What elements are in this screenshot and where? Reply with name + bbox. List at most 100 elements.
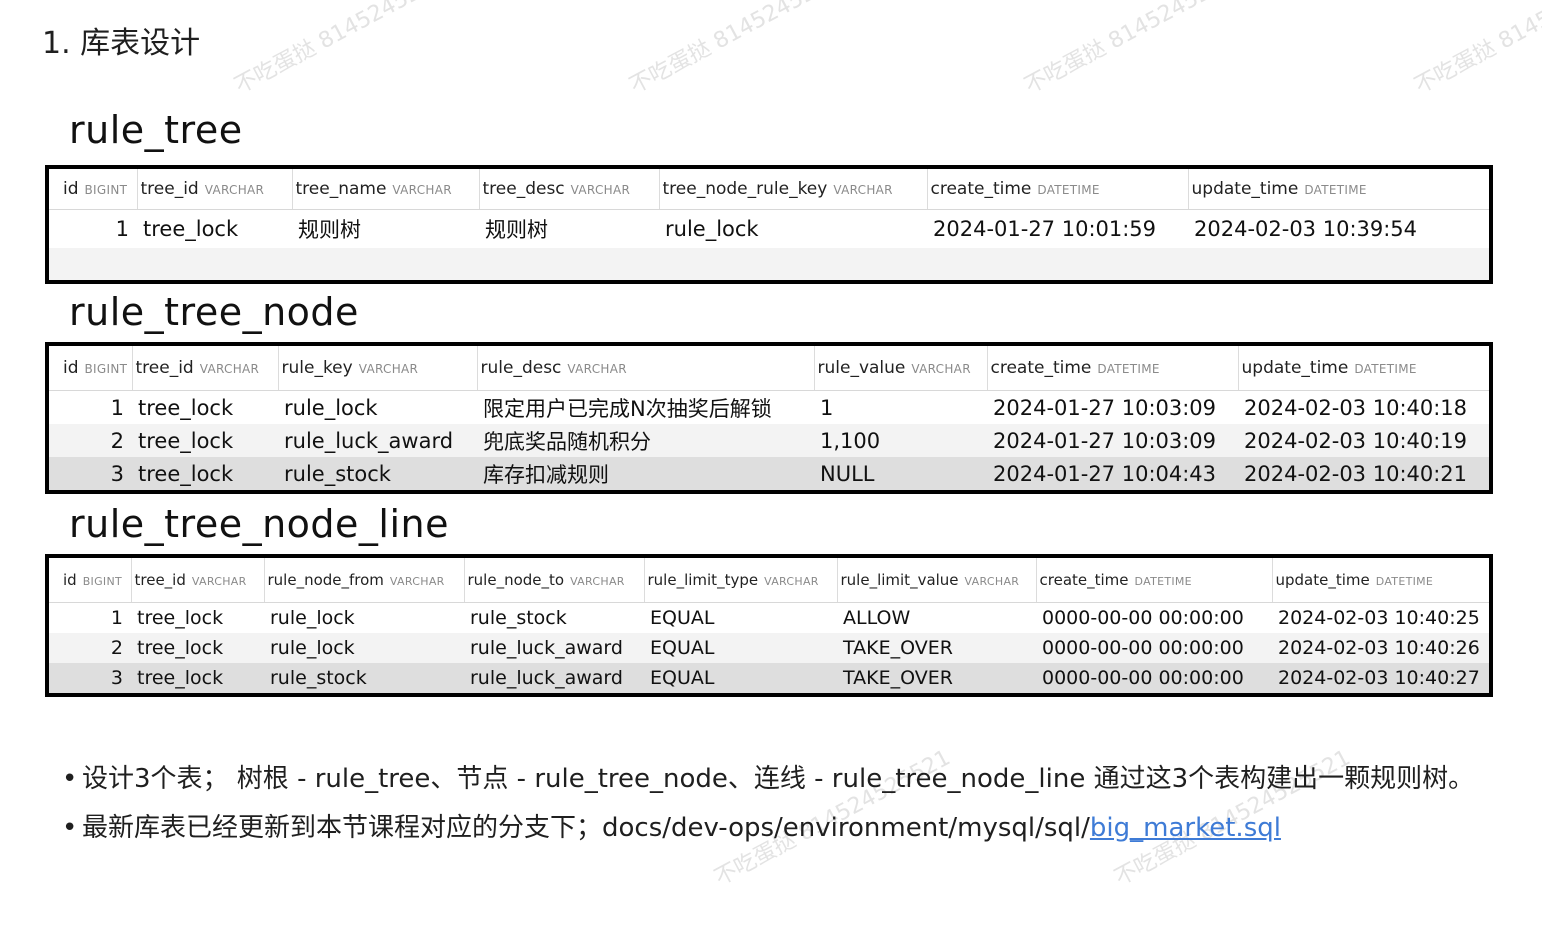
table-cell[interactable]: 兜底奖品随机积分 <box>477 424 814 457</box>
notes-list: • 设计3个表； 树根 - rule_tree、节点 - rule_tree_no… <box>62 755 1482 853</box>
table-cell[interactable]: EQUAL <box>644 663 837 693</box>
table-cell[interactable]: rule_lock <box>264 603 464 634</box>
table-cell[interactable]: EQUAL <box>644 633 837 663</box>
table-cell[interactable]: EQUAL <box>644 603 837 634</box>
table-cell[interactable]: 2024-02-03 10:40:27 <box>1272 663 1489 693</box>
table-row[interactable]: 1 tree_lock rule_lock 限定用户已完成N次抽奖后解锁 1 2024-0… <box>49 391 1489 425</box>
table-cell[interactable]: 2 <box>49 424 132 457</box>
note-text: 设计3个表； 树根 - rule_tree、节点 - rule_tree_nod… <box>82 764 1475 794</box>
table-cell[interactable]: tree_lock <box>131 663 264 693</box>
column-header[interactable]: rule_key VARCHAR <box>277 346 477 391</box>
column-header[interactable]: tree_name VARCHAR <box>291 169 479 210</box>
column-header[interactable]: update_time DATETIME <box>1271 558 1489 603</box>
table-header-row: id BIGINT tree_id VARCHAR rule_node_from VARC… <box>49 558 1489 603</box>
column-header[interactable]: create_time DATETIME <box>926 169 1188 210</box>
table-cell[interactable]: tree_lock <box>131 633 264 663</box>
table-cell[interactable]: 0000-00-00 00:00:00 <box>1036 603 1272 634</box>
table-cell[interactable]: 1 <box>49 210 137 249</box>
column-name: rule_node_from <box>267 571 384 589</box>
table-cell[interactable]: tree_lock <box>131 603 264 634</box>
table-row[interactable]: 1 tree_lock 规则树 规则树 rule_lock 2024-01-27 10:0… <box>49 210 1489 249</box>
table-cell[interactable]: 2 <box>49 633 131 663</box>
table-cell[interactable]: ALLOW <box>837 603 1036 634</box>
table-cell[interactable]: 3 <box>49 663 131 693</box>
column-type: VARCHAR <box>191 575 247 588</box>
table-cell[interactable]: 1 <box>49 391 132 425</box>
table-cell[interactable]: tree_lock <box>132 391 278 425</box>
table-cell[interactable]: rule_stock <box>278 457 477 490</box>
table-row[interactable]: 3 tree_lock rule_stock rule_luck_award EQUAL… <box>49 663 1489 693</box>
table-cell[interactable]: 2024-01-27 10:03:09 <box>987 424 1238 457</box>
column-name: create_time <box>1039 571 1129 589</box>
table-row[interactable]: 2 tree_lock rule_lock rule_luck_award EQUAL T… <box>49 633 1489 663</box>
column-header[interactable]: rule_value VARCHAR <box>813 346 987 391</box>
column-header[interactable]: tree_node_rule_key VARCHAR <box>658 169 927 210</box>
table-cell[interactable]: 2024-01-27 10:01:59 <box>927 210 1188 249</box>
table-cell[interactable]: TAKE_OVER <box>837 663 1036 693</box>
table-cell[interactable]: 2024-02-03 10:40:21 <box>1238 457 1489 490</box>
column-header[interactable]: rule_limit_type VARCHAR <box>643 558 837 603</box>
table-cell[interactable]: 1 <box>49 603 131 634</box>
table-cell[interactable]: 2024-02-03 10:39:54 <box>1188 210 1489 249</box>
column-name: tree_node_rule_key <box>662 179 828 199</box>
column-header[interactable]: tree_id VARCHAR <box>136 169 292 210</box>
table-header-row: id BIGINT tree_id VARCHAR rule_key VARCHAR rul… <box>49 346 1489 391</box>
column-header[interactable]: tree_desc VARCHAR <box>478 169 659 210</box>
column-name: id <box>63 358 79 378</box>
column-header[interactable]: update_time DATETIME <box>1237 346 1489 391</box>
table-cell[interactable]: 2024-02-03 10:40:18 <box>1238 391 1489 425</box>
column-header[interactable]: id BIGINT <box>49 346 132 391</box>
column-name: tree_id <box>135 358 194 378</box>
column-header[interactable]: id BIGINT <box>49 558 131 603</box>
column-name: id <box>63 571 77 589</box>
table-cell[interactable]: 2024-02-03 10:40:26 <box>1272 633 1489 663</box>
column-type: VARCHAR <box>199 362 260 376</box>
column-name: tree_desc <box>482 179 565 199</box>
column-header[interactable]: id BIGINT <box>49 169 137 210</box>
table-cell[interactable]: 0000-00-00 00:00:00 <box>1036 633 1272 663</box>
table-cell[interactable]: 0000-00-00 00:00:00 <box>1036 663 1272 693</box>
column-header[interactable]: create_time DATETIME <box>1035 558 1272 603</box>
table-cell[interactable]: rule_stock <box>264 663 464 693</box>
table-cell[interactable]: 限定用户已完成N次抽奖后解锁 <box>477 391 814 425</box>
table-cell[interactable]: 1 <box>814 391 987 425</box>
table-cell[interactable]: rule_stock <box>464 603 644 634</box>
column-header[interactable]: rule_desc VARCHAR <box>476 346 814 391</box>
table-header-row: id BIGINT tree_id VARCHAR tree_name VARCHAR tr… <box>49 169 1489 210</box>
column-header[interactable]: rule_node_to VARCHAR <box>463 558 644 603</box>
table-cell[interactable]: tree_lock <box>137 210 292 249</box>
watermark: 不吃蛋挞 814524525521 <box>1020 0 1265 99</box>
table-row[interactable]: 3 tree_lock rule_stock 库存扣减规则 NULL 2024-01-27… <box>49 457 1489 490</box>
table-cell[interactable]: 规则树 <box>292 210 479 249</box>
table-cell[interactable]: TAKE_OVER <box>837 633 1036 663</box>
table-row[interactable]: 1 tree_lock rule_lock rule_stock EQUAL ALLOW 0… <box>49 603 1489 634</box>
table-cell[interactable]: rule_luck_award <box>464 663 644 693</box>
table-cell[interactable]: rule_luck_award <box>278 424 477 457</box>
table-cell[interactable]: 2024-01-27 10:04:43 <box>987 457 1238 490</box>
table-cell[interactable]: 库存扣减规则 <box>477 457 814 490</box>
column-name: id <box>63 179 79 199</box>
table-cell[interactable]: rule_lock <box>278 391 477 425</box>
table-cell[interactable]: rule_lock <box>659 210 927 249</box>
table-cell[interactable]: rule_luck_award <box>464 633 644 663</box>
table-cell[interactable]: 2024-02-03 10:40:19 <box>1238 424 1489 457</box>
table-cell[interactable]: 规则树 <box>479 210 659 249</box>
column-name: rule_value <box>817 358 906 378</box>
table-cell[interactable]: NULL <box>814 457 987 490</box>
column-header[interactable]: tree_id VARCHAR <box>131 346 278 391</box>
table-cell[interactable]: 2024-02-03 10:40:25 <box>1272 603 1489 634</box>
table-rule-tree-node-line: id BIGINT tree_id VARCHAR rule_node_from VARC… <box>45 554 1493 697</box>
column-header[interactable]: rule_limit_value VARCHAR <box>836 558 1036 603</box>
table-cell[interactable]: tree_lock <box>132 457 278 490</box>
column-header[interactable]: create_time DATETIME <box>986 346 1238 391</box>
table-cell[interactable]: 1,100 <box>814 424 987 457</box>
table-cell[interactable]: 2024-01-27 10:03:09 <box>987 391 1238 425</box>
column-header[interactable]: tree_id VARCHAR <box>130 558 264 603</box>
table-row[interactable]: 2 tree_lock rule_luck_award 兜底奖品随机积分 1,100 20… <box>49 424 1489 457</box>
column-header[interactable]: rule_node_from VARCHAR <box>263 558 464 603</box>
table-cell[interactable]: rule_lock <box>264 633 464 663</box>
column-header[interactable]: update_time DATETIME <box>1187 169 1489 210</box>
table-cell[interactable]: tree_lock <box>132 424 278 457</box>
sql-file-link[interactable]: big_market.sql <box>1090 813 1281 843</box>
table-cell[interactable]: 3 <box>49 457 132 490</box>
